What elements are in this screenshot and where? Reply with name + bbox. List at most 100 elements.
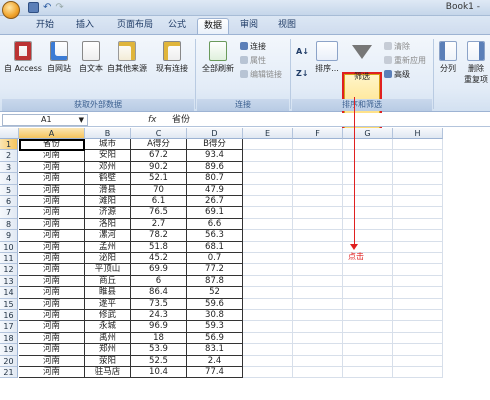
edit-links-button[interactable]: 编辑链接 (240, 69, 282, 80)
table-cell[interactable] (243, 139, 293, 151)
table-cell[interactable] (243, 298, 293, 310)
table-cell[interactable] (243, 321, 293, 333)
table-cell[interactable]: 永城 (85, 321, 131, 333)
table-cell[interactable]: 69.1 (187, 207, 243, 219)
table-cell[interactable]: 遂平 (85, 298, 131, 310)
table-cell[interactable]: 77.2 (187, 264, 243, 276)
row-header[interactable]: 13 (0, 275, 18, 288)
table-cell[interactable]: 平顶山 (85, 264, 131, 276)
row-header[interactable]: 10 (0, 241, 18, 253)
table-cell[interactable] (393, 287, 443, 299)
table-cell[interactable]: 59.6 (187, 298, 243, 310)
sort-button[interactable]: 排序... (312, 41, 342, 74)
from-web-button[interactable]: 自网站 (44, 41, 74, 74)
table-cell[interactable] (293, 207, 343, 219)
table-cell[interactable] (293, 321, 343, 333)
header-cell[interactable]: B得分 (187, 139, 243, 151)
table-cell[interactable]: 河南 (19, 173, 85, 185)
table-cell[interactable]: 郑州 (85, 344, 131, 356)
row-header[interactable]: 20 (0, 355, 18, 367)
tab-insert[interactable]: 插入 (70, 18, 100, 34)
table-cell[interactable]: 59.3 (187, 321, 243, 333)
row-header[interactable]: 9 (0, 230, 18, 242)
table-cell[interactable] (293, 230, 343, 242)
table-cell[interactable]: 52.5 (131, 355, 187, 367)
table-cell[interactable] (293, 139, 343, 151)
column-header[interactable]: A (19, 128, 85, 139)
table-cell[interactable] (343, 298, 393, 310)
tab-view[interactable]: 视图 (272, 18, 302, 34)
table-cell[interactable]: 河南 (19, 230, 85, 242)
table-cell[interactable]: 河南 (19, 184, 85, 196)
table-cell[interactable] (243, 264, 293, 276)
table-cell[interactable]: 26.7 (187, 196, 243, 208)
row-header[interactable]: 8 (0, 218, 18, 231)
table-cell[interactable] (293, 173, 343, 185)
table-cell[interactable] (393, 344, 443, 356)
table-cell[interactable]: 45.2 (131, 253, 187, 265)
table-cell[interactable] (393, 367, 443, 379)
table-cell[interactable] (243, 161, 293, 174)
column-header[interactable]: C (131, 128, 187, 139)
table-cell[interactable] (293, 367, 343, 379)
table-cell[interactable] (243, 241, 293, 253)
table-cell[interactable]: 泌阳 (85, 253, 131, 265)
column-header[interactable]: B (85, 128, 131, 139)
table-cell[interactable] (393, 321, 443, 333)
sort-ascending-button[interactable]: A↓ (296, 47, 309, 56)
table-cell[interactable] (243, 184, 293, 196)
table-cell[interactable]: 河南 (19, 196, 85, 208)
remove-duplicates-button[interactable]: 删除 重复项 (462, 41, 490, 85)
row-header[interactable]: 15 (0, 298, 18, 310)
table-cell[interactable]: 53.9 (131, 344, 187, 356)
column-header[interactable]: G (343, 128, 393, 139)
table-cell[interactable] (293, 161, 343, 174)
table-cell[interactable] (243, 275, 293, 288)
table-cell[interactable]: 河南 (19, 161, 85, 174)
table-cell[interactable] (343, 264, 393, 276)
row-header[interactable]: 1 (0, 139, 18, 151)
table-cell[interactable]: 河南 (19, 207, 85, 219)
table-cell[interactable] (393, 173, 443, 185)
table-cell[interactable] (343, 150, 393, 162)
select-all-corner[interactable] (0, 128, 19, 139)
table-cell[interactable] (293, 241, 343, 253)
table-cell[interactable]: 驻马店 (85, 367, 131, 379)
table-cell[interactable]: 56.3 (187, 230, 243, 242)
table-cell[interactable] (293, 298, 343, 310)
table-cell[interactable]: 6.1 (131, 196, 187, 208)
table-cell[interactable]: 0.7 (187, 253, 243, 265)
table-cell[interactable]: 90.2 (131, 161, 187, 174)
table-cell[interactable]: 67.2 (131, 150, 187, 162)
text-to-columns-button[interactable]: 分列 (436, 41, 460, 74)
row-header[interactable]: 14 (0, 287, 18, 299)
table-cell[interactable]: 51.8 (131, 241, 187, 253)
table-cell[interactable] (393, 241, 443, 253)
table-cell[interactable] (293, 150, 343, 162)
table-cell[interactable] (393, 253, 443, 265)
table-cell[interactable]: 滩阳 (85, 196, 131, 208)
row-header[interactable]: 18 (0, 332, 18, 345)
row-header[interactable]: 12 (0, 264, 18, 276)
table-cell[interactable]: 禹州 (85, 332, 131, 345)
table-cell[interactable]: 河南 (19, 332, 85, 345)
table-cell[interactable]: 2.4 (187, 355, 243, 367)
from-text-button[interactable]: 自文本 (76, 41, 106, 74)
row-header[interactable]: 4 (0, 173, 18, 185)
table-cell[interactable] (343, 207, 393, 219)
tab-home[interactable]: 开始 (30, 18, 60, 34)
table-cell[interactable]: 河南 (19, 310, 85, 322)
existing-connections-button[interactable]: 现有连接 (152, 41, 192, 74)
table-cell[interactable]: 52.1 (131, 173, 187, 185)
table-cell[interactable]: 睢县 (85, 287, 131, 299)
table-cell[interactable]: 6 (131, 275, 187, 288)
refresh-all-button[interactable]: 全部刷新 (198, 41, 238, 74)
table-cell[interactable]: 10.4 (131, 367, 187, 379)
chevron-down-icon[interactable]: ▼ (79, 115, 84, 125)
table-cell[interactable] (293, 196, 343, 208)
table-cell[interactable]: 商丘 (85, 275, 131, 288)
row-header[interactable]: 11 (0, 253, 18, 265)
properties-button[interactable]: 属性 (240, 55, 266, 66)
formula-input[interactable]: 省份 (172, 113, 190, 127)
undo-icon[interactable]: ↶ (43, 2, 51, 13)
